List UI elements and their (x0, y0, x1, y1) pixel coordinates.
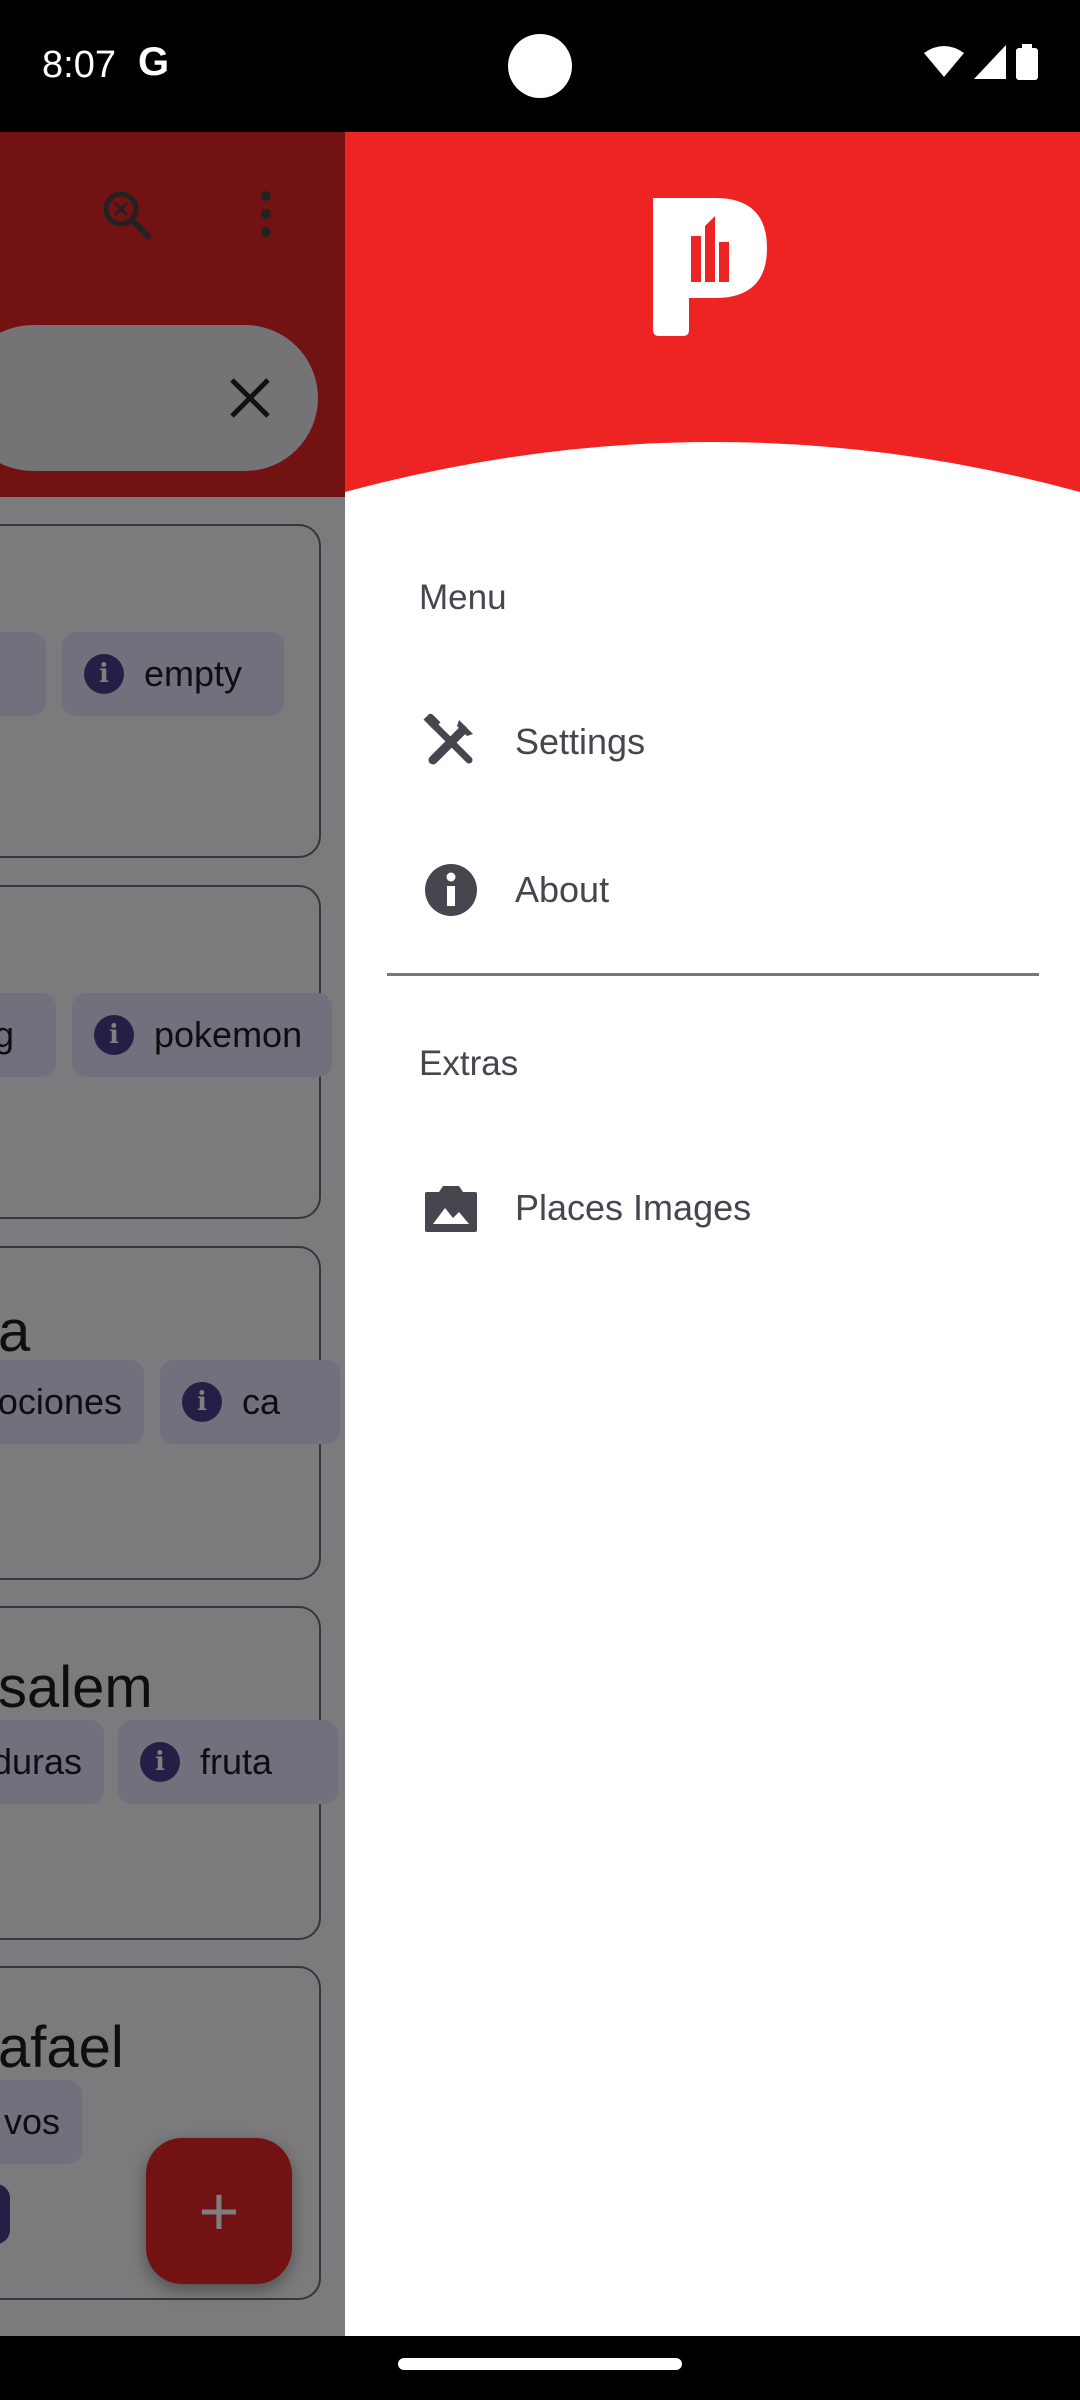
home-gesture-handle[interactable] (398, 2358, 682, 2370)
places-images-label: Places Images (515, 1187, 752, 1228)
google-icon: G (138, 40, 170, 84)
battery-icon (1016, 44, 1038, 80)
settings-label: Settings (515, 721, 646, 762)
extras-section-title: Extras (419, 1044, 519, 1083)
signal-icon (974, 45, 1006, 79)
header-curve (345, 442, 1080, 552)
places-images-menu-item[interactable]: Places Images (385, 1152, 1040, 1264)
status-time: 8:07 (42, 44, 116, 86)
info-icon (425, 864, 477, 916)
navigation-drawer: Menu Settings About Extras Places Images (345, 132, 1080, 2336)
drawer-divider (387, 973, 1039, 976)
status-icons (924, 44, 1038, 80)
image-icon (425, 1186, 477, 1232)
about-menu-item[interactable]: About (385, 834, 1040, 946)
camera-cutout (508, 34, 572, 98)
about-label: About (515, 869, 610, 910)
tools-icon (423, 714, 473, 765)
status-bar: 8:07 G (0, 0, 1080, 132)
screen: 8:07 G Menu Settings About Extras Places… (0, 0, 1080, 2400)
settings-menu-item[interactable]: Settings (385, 686, 1040, 798)
drawer-scrim[interactable] (0, 132, 345, 2336)
navigation-bar (0, 2336, 1080, 2400)
menu-section-title: Menu (419, 578, 507, 617)
wifi-icon (924, 46, 964, 77)
app-logo-icon (653, 198, 767, 336)
